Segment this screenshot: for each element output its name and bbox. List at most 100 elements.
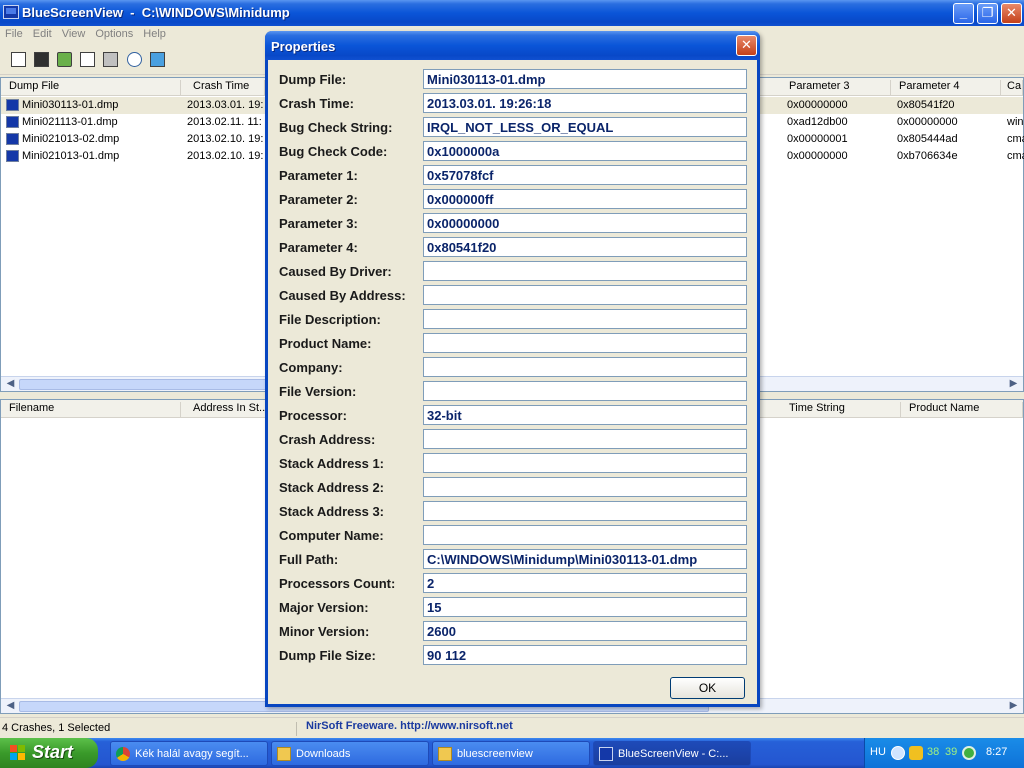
- column-product-name[interactable]: Product Name: [901, 402, 1023, 417]
- clock[interactable]: 8:27: [986, 746, 1007, 758]
- nirsoft-link[interactable]: NirSoft Freeware. http://www.nirsoft.net: [306, 720, 513, 732]
- taskbar-item-bluescreenview-folder[interactable]: bluescreenview: [432, 741, 590, 766]
- ok-button[interactable]: OK: [670, 677, 745, 699]
- dump-file-name: Mini021013-02.dmp: [22, 133, 120, 145]
- properties-icon[interactable]: [101, 50, 119, 68]
- find-icon[interactable]: [125, 50, 143, 68]
- taskbar-item-browser[interactable]: Kék halál avagy segít...: [110, 741, 268, 766]
- field-value[interactable]: 0x000000ff: [423, 189, 747, 209]
- copy-icon[interactable]: [78, 50, 96, 68]
- dump-caused-by: cma: [1007, 133, 1024, 145]
- bluescreenview-app-icon: [599, 747, 613, 761]
- advanced-options-icon[interactable]: [9, 50, 27, 68]
- start-button[interactable]: Start: [0, 738, 98, 768]
- field-value[interactable]: Mini030113-01.dmp: [423, 69, 747, 89]
- field-parameter-4: Parameter 4: 0x80541f20: [268, 237, 748, 257]
- refresh-icon[interactable]: [55, 50, 73, 68]
- field-value[interactable]: [423, 285, 747, 305]
- menu-file[interactable]: File: [0, 26, 28, 42]
- field-value[interactable]: 2600: [423, 621, 747, 641]
- field-value[interactable]: [423, 429, 747, 449]
- dump-file-icon: [6, 150, 19, 162]
- field-parameter-1: Parameter 1: 0x57078fcf: [268, 165, 748, 185]
- scroll-left-arrow-icon[interactable]: ◀: [3, 700, 18, 713]
- minimize-button[interactable]: _: [953, 3, 974, 24]
- scroll-left-arrow-icon[interactable]: ◀: [3, 378, 18, 391]
- bluescreenview-app-icon: [3, 5, 19, 19]
- field-value[interactable]: 90 112: [423, 645, 747, 665]
- field-value[interactable]: [423, 333, 747, 353]
- dialog-close-button[interactable]: ✕: [736, 35, 757, 56]
- column-caused-by[interactable]: Ca: [1001, 80, 1023, 95]
- field-value[interactable]: [423, 261, 747, 281]
- dump-parameter-4: 0x805444ad: [897, 133, 958, 145]
- field-file-version: File Version:: [268, 381, 748, 401]
- status-indicator-icon[interactable]: [962, 746, 976, 760]
- field-value[interactable]: 15: [423, 597, 747, 617]
- field-value[interactable]: IRQL_NOT_LESS_OR_EQUAL: [423, 117, 747, 137]
- field-value[interactable]: 0x1000000a: [423, 141, 747, 161]
- field-value[interactable]: [423, 381, 747, 401]
- field-value[interactable]: 32-bit: [423, 405, 747, 425]
- taskbar-item-bluescreenview-app[interactable]: BlueScreenView - C:...: [593, 741, 751, 766]
- dump-crash-time: 2013.02.11. 11:: [187, 116, 262, 128]
- dump-parameter-3: 0x00000000: [787, 99, 848, 111]
- field-label: Bug Check String:: [279, 120, 393, 135]
- maximize-button[interactable]: ❐: [977, 3, 998, 24]
- field-value[interactable]: C:\WINDOWS\Minidump\Mini030113-01.dmp: [423, 549, 747, 569]
- folder-icon: [438, 747, 452, 761]
- field-label: Crash Address:: [279, 432, 376, 447]
- save-icon[interactable]: [32, 50, 50, 68]
- field-value[interactable]: 2013.03.01. 19:26:18: [423, 93, 747, 113]
- dump-caused-by: win: [1007, 116, 1024, 128]
- menu-help[interactable]: Help: [138, 26, 171, 42]
- scroll-right-arrow-icon[interactable]: ▶: [1006, 700, 1021, 713]
- column-dump-file[interactable]: Dump File: [1, 80, 181, 95]
- language-indicator[interactable]: HU: [870, 746, 886, 758]
- field-value[interactable]: [423, 525, 747, 545]
- field-company: Company:: [268, 357, 748, 377]
- field-value[interactable]: [423, 309, 747, 329]
- field-product-name: Product Name:: [268, 333, 748, 353]
- column-parameter-4[interactable]: Parameter 4: [891, 80, 1001, 95]
- field-value[interactable]: 0x57078fcf: [423, 165, 747, 185]
- field-value[interactable]: [423, 453, 747, 473]
- field-value[interactable]: 0x80541f20: [423, 237, 747, 257]
- column-filename[interactable]: Filename: [1, 402, 181, 417]
- field-label: File Version:: [279, 384, 357, 399]
- dump-crash-time: 2013.02.10. 19:: [187, 133, 264, 145]
- menu-view[interactable]: View: [57, 26, 91, 42]
- dump-file-icon: [6, 116, 19, 128]
- system-tray: HU 38 39 8:27: [864, 738, 1024, 768]
- field-value[interactable]: [423, 501, 747, 521]
- dump-caused-by: cma: [1007, 150, 1024, 162]
- field-caused-by-driver: Caused By Driver:: [268, 261, 748, 281]
- field-value[interactable]: 2: [423, 573, 747, 593]
- field-value[interactable]: [423, 477, 747, 497]
- field-value[interactable]: 0x00000000: [423, 213, 747, 233]
- dump-parameter-3: 0x00000000: [787, 150, 848, 162]
- field-label: Caused By Address:: [279, 288, 406, 303]
- column-crash-time[interactable]: Crash Time: [185, 80, 265, 95]
- dump-crash-time: 2013.02.10. 19:: [187, 150, 264, 162]
- column-parameter-3[interactable]: Parameter 3: [781, 80, 891, 95]
- scroll-right-arrow-icon[interactable]: ▶: [1006, 378, 1021, 391]
- field-label: Processors Count:: [279, 576, 396, 591]
- menu-options[interactable]: Options: [90, 26, 138, 42]
- field-crash-address: Crash Address:: [268, 429, 748, 449]
- back-arrow-icon[interactable]: [891, 746, 905, 760]
- field-label: Stack Address 1:: [279, 456, 385, 471]
- close-window-button[interactable]: ✕: [1001, 3, 1022, 24]
- security-shield-icon[interactable]: [909, 746, 923, 760]
- field-value[interactable]: [423, 357, 747, 377]
- menu-edit[interactable]: Edit: [28, 26, 57, 42]
- field-processors-count: Processors Count: 2: [268, 573, 748, 593]
- exit-icon[interactable]: [148, 50, 166, 68]
- field-label: Dump File:: [279, 72, 347, 87]
- main-window-titlebar[interactable]: BlueScreenView - C:\WINDOWS\Minidump _ ❐…: [0, 0, 1024, 26]
- taskbar-item-downloads[interactable]: Downloads: [271, 741, 429, 766]
- field-label: Parameter 1:: [279, 168, 358, 183]
- properties-dialog-titlebar[interactable]: Properties ✕: [265, 31, 760, 60]
- column-address-in-stack[interactable]: Address In St...: [185, 402, 267, 417]
- column-time-string[interactable]: Time String: [781, 402, 901, 417]
